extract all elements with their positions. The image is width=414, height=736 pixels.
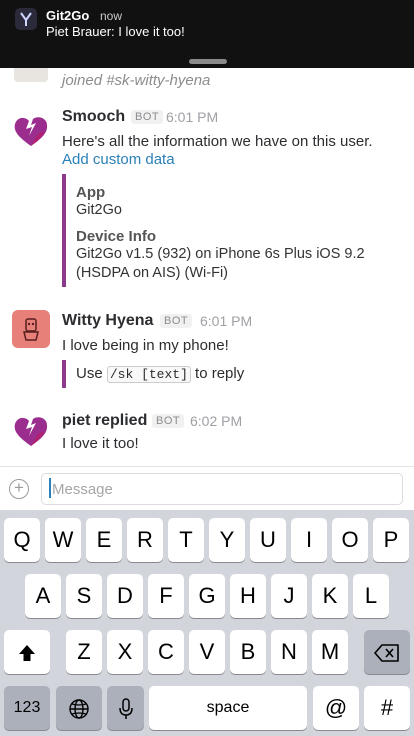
key-z[interactable]: Z xyxy=(66,630,102,674)
key-p[interactable]: P xyxy=(373,518,409,562)
key-y[interactable]: Y xyxy=(209,518,245,562)
key-t[interactable]: T xyxy=(168,518,204,562)
delete-key[interactable] xyxy=(364,630,410,674)
git2go-app-icon xyxy=(15,8,37,30)
key-u[interactable]: U xyxy=(250,518,286,562)
user-avatar xyxy=(14,68,48,82)
key-e[interactable]: E xyxy=(86,518,122,562)
key-k[interactable]: K xyxy=(312,574,348,618)
message-input[interactable] xyxy=(41,473,403,505)
dictation-key[interactable] xyxy=(107,686,144,730)
microphone-icon xyxy=(118,695,134,720)
plus-circle-icon[interactable]: + xyxy=(9,479,29,499)
key-f[interactable]: F xyxy=(148,574,184,618)
notification-time: now xyxy=(100,9,123,23)
key-a[interactable]: A xyxy=(25,574,61,618)
shift-arrow-icon xyxy=(17,639,37,664)
space-key[interactable]: space xyxy=(149,686,307,730)
message-time: 6:02 PM xyxy=(190,413,243,429)
message-list[interactable]: joined #sk-witty-hyena Smooch BOT 6:01 P… xyxy=(0,68,414,466)
hash-key[interactable]: # xyxy=(364,686,410,730)
message-smooch: Smooch BOT 6:01 PM Here's all the inform… xyxy=(0,108,414,293)
key-i[interactable]: I xyxy=(291,518,327,562)
key-j[interactable]: J xyxy=(271,574,307,618)
message-composer: + xyxy=(0,466,414,511)
key-d[interactable]: D xyxy=(107,574,143,618)
text-cursor xyxy=(49,478,51,498)
field-value-device-info-line1: Git2Go v1.5 (932) on iPhone 6s Plus iOS … xyxy=(76,246,365,262)
message-time: 6:01 PM xyxy=(200,313,253,329)
reply-command-code: /sk [text] xyxy=(106,366,191,383)
backspace-icon xyxy=(374,639,400,664)
notification-grabber[interactable] xyxy=(189,59,227,64)
at-key[interactable]: @ xyxy=(313,686,359,730)
key-w[interactable]: W xyxy=(45,518,81,562)
globe-icon xyxy=(68,695,90,720)
key-r[interactable]: R xyxy=(127,518,163,562)
sender-name[interactable]: Smooch xyxy=(62,108,125,126)
key-o[interactable]: O xyxy=(332,518,368,562)
key-v[interactable]: V xyxy=(189,630,225,674)
message-witty-hyena: Witty Hyena BOT 6:01 PM I love being in … xyxy=(0,310,414,392)
bot-badge: BOT xyxy=(160,314,193,328)
globe-key[interactable] xyxy=(56,686,102,730)
witty-hyena-avatar[interactable] xyxy=(12,310,50,348)
sender-name[interactable]: Witty Hyena xyxy=(62,312,153,330)
key-m[interactable]: M xyxy=(312,630,348,674)
joined-text: joined #sk-witty-hyena xyxy=(62,72,211,89)
smooch-logo-icon[interactable] xyxy=(12,112,50,150)
user-info-attachment: App Git2Go Device Info Git2Go v1.5 (932)… xyxy=(62,174,365,287)
key-n[interactable]: N xyxy=(271,630,307,674)
key-g[interactable]: G xyxy=(189,574,225,618)
notification-banner[interactable]: Git2Go now Piet Brauer: I love it too! xyxy=(0,0,414,68)
sender-name[interactable]: piet replied xyxy=(62,412,147,430)
smooch-logo-icon[interactable] xyxy=(12,412,50,450)
message-text: I love being in my phone! xyxy=(62,337,229,354)
bot-badge: BOT xyxy=(131,110,164,124)
key-x[interactable]: X xyxy=(107,630,143,674)
joined-event: joined #sk-witty-hyena xyxy=(0,68,414,92)
key-s[interactable]: S xyxy=(66,574,102,618)
key-b[interactable]: B xyxy=(230,630,266,674)
field-value-device-info-line2: (HSDPA on AIS) (Wi-Fi) xyxy=(76,265,228,281)
reply-hint: Use /sk [text] to reply xyxy=(62,360,244,388)
key-c[interactable]: C xyxy=(148,630,184,674)
reply-hint-suffix: to reply xyxy=(195,365,245,382)
field-title-app: App xyxy=(76,184,106,201)
numbers-key[interactable]: 123 xyxy=(4,686,50,730)
message-text: Here's all the information we have on th… xyxy=(62,133,373,150)
key-l[interactable]: L xyxy=(353,574,389,618)
add-custom-data-link[interactable]: Add custom data xyxy=(62,151,175,168)
field-title-device-info: Device Info xyxy=(76,228,157,245)
reply-hint-prefix: Use xyxy=(76,365,103,382)
notification-body: Piet Brauer: I love it too! xyxy=(46,24,185,39)
field-value-app: Git2Go xyxy=(76,202,122,218)
message-time: 6:01 PM xyxy=(166,109,219,125)
ios-keyboard: Q W E R T Y U I O P A S D F G H J K L Z … xyxy=(0,510,414,736)
notification-app-name: Git2Go xyxy=(46,8,90,23)
shift-key[interactable] xyxy=(4,630,50,674)
message-piet-replied: piet replied BOT 6:02 PM I love it too! xyxy=(0,412,414,462)
message-text: I love it too! xyxy=(62,435,139,452)
bot-badge: BOT xyxy=(152,414,185,428)
key-h[interactable]: H xyxy=(230,574,266,618)
key-q[interactable]: Q xyxy=(4,518,40,562)
